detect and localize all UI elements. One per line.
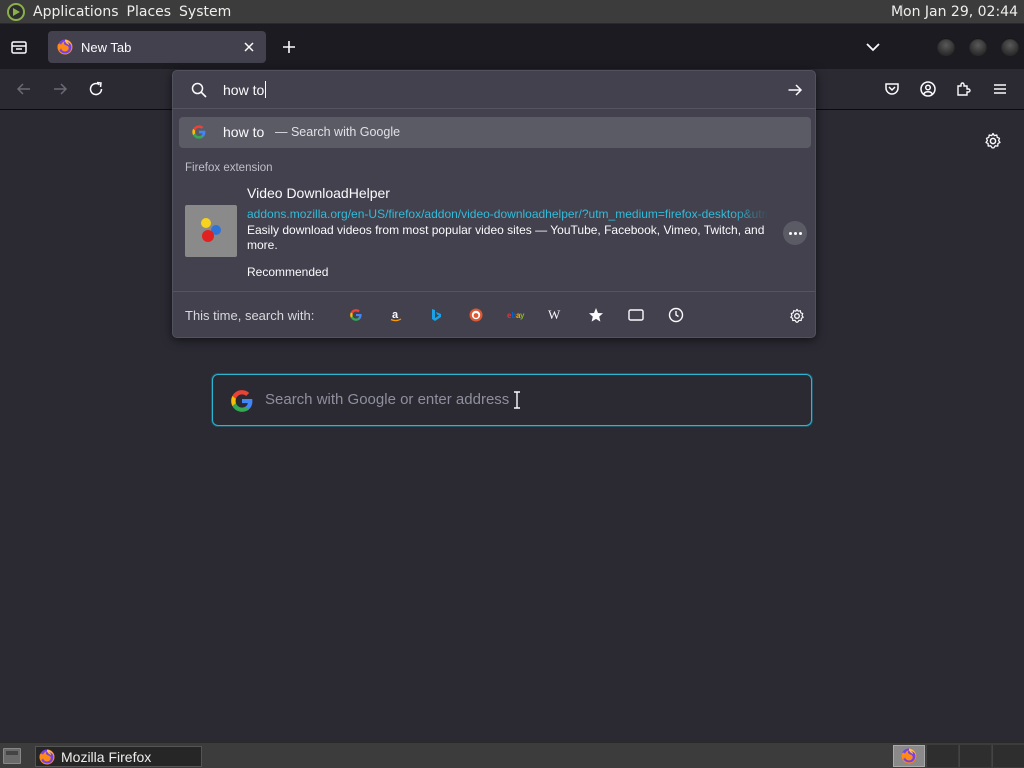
firefox-view-icon[interactable]	[10, 38, 28, 56]
url-query: how to	[223, 81, 267, 98]
workspace-2[interactable]	[926, 745, 958, 767]
firefox-icon	[57, 39, 73, 55]
clock[interactable]: Mon Jan 29, 02:44	[891, 0, 1018, 24]
text-cursor-icon	[514, 391, 520, 409]
close-tab-icon[interactable]	[241, 39, 257, 55]
applications-menu[interactable]: Applications	[29, 0, 123, 24]
extension-description: Easily download videos from most popular…	[247, 223, 765, 252]
new-tab-icon[interactable]	[280, 38, 298, 56]
suggestion-action: — Search with Google	[275, 125, 401, 139]
pocket-icon[interactable]	[883, 80, 901, 98]
tab-title: New Tab	[81, 39, 132, 55]
extension-url[interactable]: addons.mozilla.org/en-US/firefox/addon/v…	[247, 207, 769, 221]
extension-name: Video DownloadHelper	[247, 185, 390, 201]
star-icon	[589, 308, 603, 322]
one-off-search-row: This time, search with: a e b a y W	[173, 291, 815, 337]
google-icon	[191, 124, 207, 140]
workspace-3[interactable]	[959, 745, 991, 767]
hamburger-menu-icon[interactable]	[991, 80, 1009, 98]
engine-wikipedia-button[interactable]: W	[547, 306, 565, 324]
places-menu[interactable]: Places	[123, 0, 176, 24]
engine-bing-button[interactable]	[427, 306, 445, 324]
show-desktop-button[interactable]	[3, 748, 21, 764]
go-arrow-icon[interactable]	[787, 82, 803, 98]
account-icon[interactable]	[919, 80, 937, 98]
search-icon	[191, 82, 207, 98]
firefox-icon	[39, 749, 55, 765]
amazon-icon: a	[390, 309, 402, 322]
url-query-text: how to	[223, 81, 265, 98]
maximize-button[interactable]	[969, 38, 987, 56]
task-label: Mozilla Firefox	[61, 748, 152, 765]
close-window-button[interactable]	[1001, 38, 1019, 56]
wikipedia-icon: W	[548, 308, 561, 322]
duckduckgo-icon	[469, 308, 483, 322]
distro-logo-icon[interactable]	[7, 2, 25, 21]
reload-icon[interactable]	[87, 80, 105, 98]
engine-ebay-button[interactable]: e b a y	[507, 306, 525, 324]
tab-icon	[628, 309, 644, 321]
firefox-icon	[901, 748, 917, 764]
history-button[interactable]	[667, 306, 685, 324]
urlbar-popup: how to how to — Search with Google Firef…	[172, 70, 816, 338]
recommended-label: Recommended	[247, 265, 329, 279]
google-icon	[349, 308, 363, 322]
svg-text:a: a	[392, 309, 399, 321]
search-placeholder: Search with Google or enter address	[265, 391, 510, 408]
video-downloadhelper-icon	[201, 218, 221, 242]
svg-text:y: y	[520, 311, 525, 320]
engine-amazon-button[interactable]: a	[387, 306, 405, 324]
suggestion-query: how to	[223, 124, 265, 140]
tabs-button[interactable]	[627, 306, 645, 324]
newtab-search-box[interactable]: Search with Google or enter address	[212, 374, 812, 426]
workspace-1[interactable]	[893, 745, 925, 767]
clock-icon	[668, 307, 684, 323]
one-off-label: This time, search with:	[185, 308, 315, 323]
taskbar-task-firefox[interactable]: Mozilla Firefox	[35, 746, 202, 767]
group-label: Firefox extension	[185, 162, 273, 174]
svg-text:W: W	[548, 308, 561, 322]
top-panel: Applications Places System Mon Jan 29, 0…	[0, 0, 1024, 24]
search-suggestion-google[interactable]: how to — Search with Google	[179, 117, 811, 148]
bookmarks-button[interactable]	[587, 306, 605, 324]
chevron-down-icon[interactable]	[864, 38, 882, 56]
extensions-puzzle-icon[interactable]	[955, 80, 973, 98]
bing-icon	[432, 309, 441, 321]
extension-suggestion[interactable]: Video DownloadHelper addons.mozilla.org/…	[173, 175, 815, 289]
workspace-4[interactable]	[992, 745, 1024, 767]
google-logo-icon	[229, 388, 255, 414]
system-menu[interactable]: System	[175, 0, 235, 24]
forward-arrow-icon[interactable]	[51, 80, 69, 98]
bottom-taskbar: Mozilla Firefox	[0, 742, 1024, 768]
text-caret	[265, 81, 267, 98]
engine-duckduckgo-button[interactable]	[467, 306, 485, 324]
search-settings-gear-icon[interactable]	[789, 308, 805, 324]
minimize-button[interactable]	[937, 38, 955, 56]
extension-thumbnail	[185, 205, 237, 257]
tab-new-tab[interactable]: New Tab	[48, 31, 266, 63]
gear-icon[interactable]	[984, 132, 1002, 150]
tab-strip: New Tab	[0, 24, 1024, 69]
more-options-button[interactable]	[783, 221, 807, 245]
ebay-icon: e b a y	[507, 311, 525, 320]
engine-google-button[interactable]	[347, 306, 365, 324]
back-arrow-icon[interactable]	[15, 80, 33, 98]
url-input[interactable]: how to	[173, 71, 815, 109]
